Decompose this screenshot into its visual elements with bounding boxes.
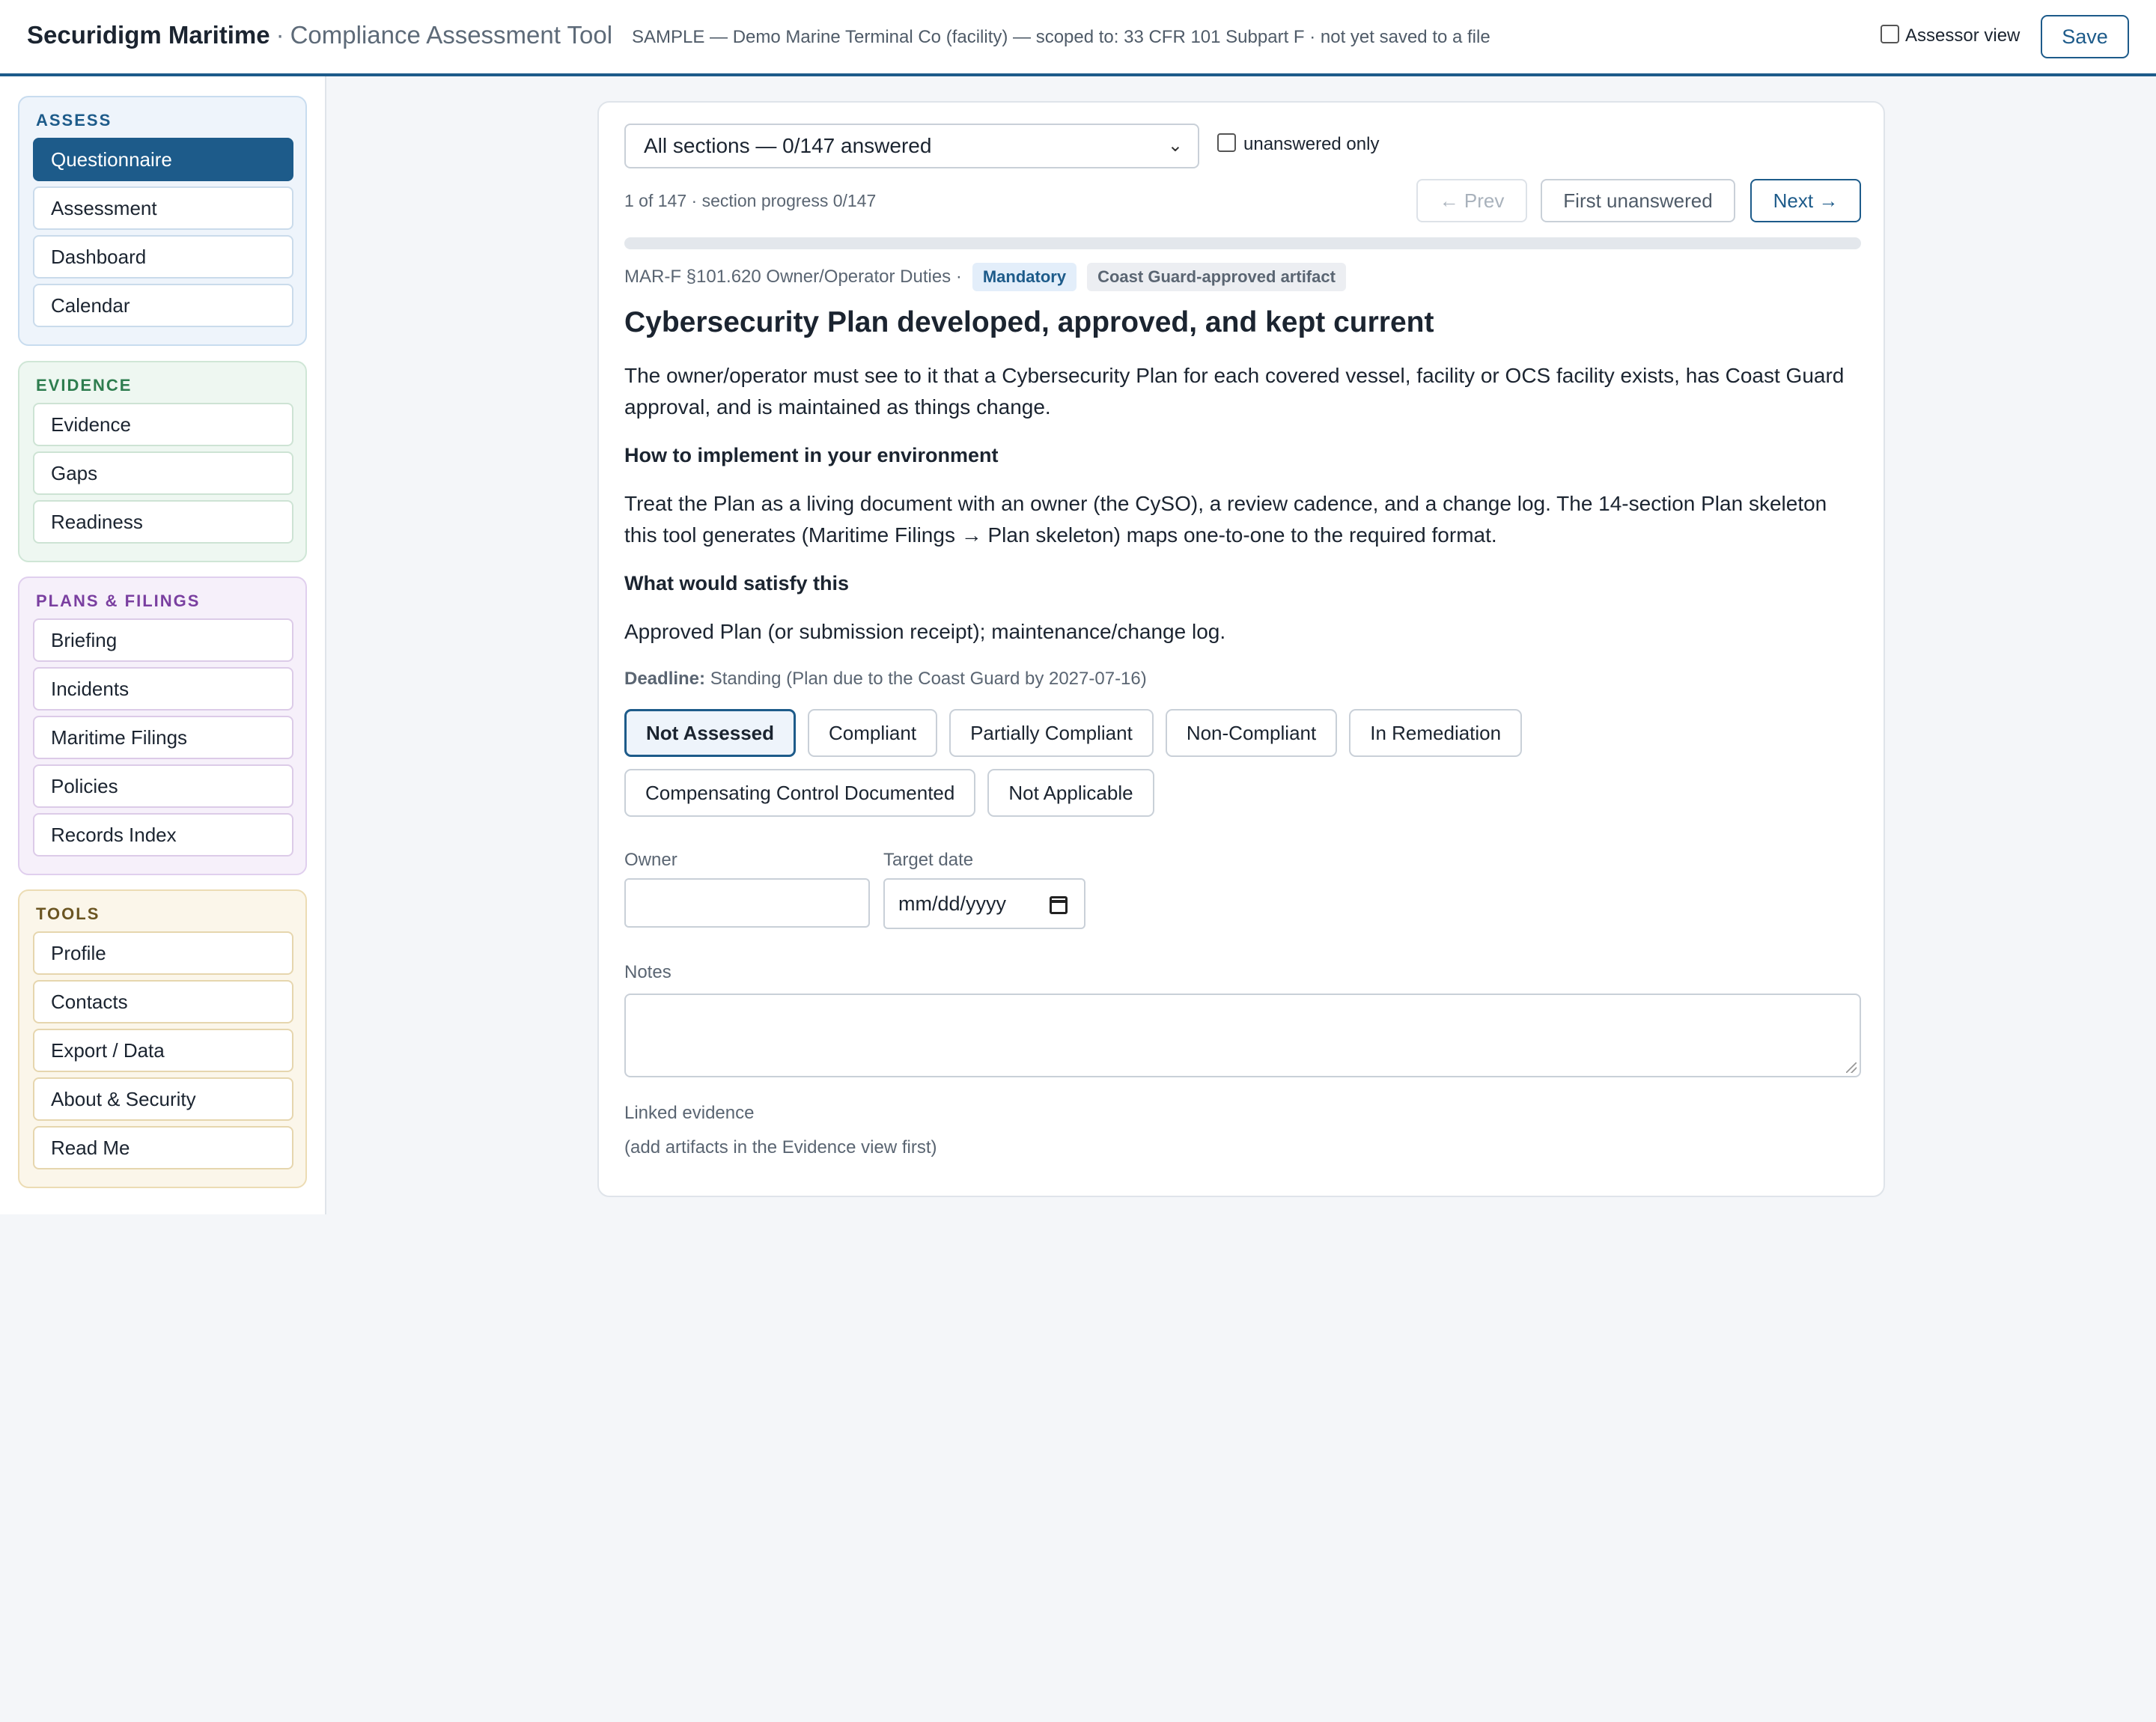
status-not-applicable-button[interactable]: Not Applicable bbox=[987, 769, 1154, 817]
assessor-view-checkbox[interactable] bbox=[1881, 24, 1899, 43]
deadline: Deadline: Standing (Plan due to the Coas… bbox=[624, 669, 1861, 690]
sidebar-item-read-me[interactable]: Read Me bbox=[33, 1126, 293, 1169]
status-compensating-control-button[interactable]: Compensating Control Documented bbox=[624, 769, 976, 817]
owner-date-fields: Owner Target date mm/dd/yyyy bbox=[624, 850, 1861, 962]
sidebar-item-briefing[interactable]: Briefing bbox=[33, 618, 293, 662]
app-subtitle: Compliance Assessment Tool bbox=[290, 21, 613, 49]
status-compliant-button[interactable]: Compliant bbox=[808, 709, 938, 757]
question-title: Cybersecurity Plan developed, approved, … bbox=[624, 306, 1434, 338]
status-in-remediation-button[interactable]: In Remediation bbox=[1349, 709, 1523, 757]
sidebar-item-gaps[interactable]: Gaps bbox=[33, 451, 293, 495]
assessor-view-label: Assessor view bbox=[1905, 25, 2021, 46]
mandatory-badge: Mandatory bbox=[972, 263, 1077, 291]
nav-group-plans-filings: PLANS & FILINGS Briefing Incidents Marit… bbox=[18, 576, 307, 875]
question-position: 1 of 147 · section progress 0/147 bbox=[624, 191, 877, 210]
navigation-row: 1 of 147 · section progress 0/147 ← Prev… bbox=[624, 179, 1861, 222]
what-would-satisfy-heading: What would satisfy this bbox=[624, 572, 850, 594]
nav-group-title: ASSESS bbox=[36, 111, 112, 130]
notes-label: Notes bbox=[624, 962, 672, 982]
sidebar-item-readiness[interactable]: Readiness bbox=[33, 500, 293, 544]
status-not-assessed-button[interactable]: Not Assessed bbox=[624, 709, 796, 757]
notes-textarea[interactable] bbox=[624, 994, 1861, 1077]
sidebar-item-profile[interactable]: Profile bbox=[33, 931, 293, 975]
questionnaire-content: All sections — 0/147 answered ⌄ unanswer… bbox=[624, 124, 1861, 1158]
artifact-badge: Coast Guard-approved artifact bbox=[1087, 263, 1346, 291]
nav-group-evidence: EVIDENCE Evidence Gaps Readiness bbox=[18, 361, 307, 562]
status-partially-compliant-button[interactable]: Partially Compliant bbox=[949, 709, 1154, 757]
target-date-input[interactable]: mm/dd/yyyy bbox=[883, 878, 1085, 929]
requirement-reference: MAR-F §101.620 Owner/Operator Duties · bbox=[624, 267, 962, 287]
requirement-meta: MAR-F §101.620 Owner/Operator Duties · M… bbox=[624, 263, 1861, 291]
brand-separator: · bbox=[275, 21, 284, 49]
sidebar-item-incidents[interactable]: Incidents bbox=[33, 667, 293, 711]
sidebar-item-records-index[interactable]: Records Index bbox=[33, 813, 293, 857]
deadline-text: Standing (Plan due to the Coast Guard by… bbox=[710, 669, 1147, 689]
section-progress-bar bbox=[624, 237, 1861, 249]
sidebar-item-maritime-filings[interactable]: Maritime Filings bbox=[33, 716, 293, 759]
sidebar-item-contacts[interactable]: Contacts bbox=[33, 980, 293, 1023]
assessor-view-toggle[interactable]: Assessor view bbox=[1881, 24, 2021, 46]
filter-row: All sections — 0/147 answered ⌄ unanswer… bbox=[624, 124, 1861, 168]
deadline-label: Deadline: bbox=[624, 669, 706, 689]
app-title: Securidigm Maritime · Compliance Assessmen… bbox=[27, 21, 612, 49]
section-select-value: All sections — 0/147 answered bbox=[644, 134, 932, 157]
sidebar-item-policies[interactable]: Policies bbox=[33, 764, 293, 808]
target-date-placeholder: mm/dd/yyyy bbox=[898, 892, 1007, 915]
how-to-implement-heading: How to implement in your environment bbox=[624, 444, 999, 466]
sidebar-item-about-security[interactable]: About & Security bbox=[33, 1077, 293, 1121]
assessment-meta: SAMPLE — Demo Marine Terminal Co (facili… bbox=[632, 27, 1490, 47]
sidebar-item-questionnaire[interactable]: Questionnaire bbox=[33, 138, 293, 181]
unanswered-only-checkbox[interactable] bbox=[1217, 133, 1236, 152]
sidebar: ASSESS Questionnaire Assessment Dashboar… bbox=[0, 76, 326, 1214]
chevron-down-icon: ⌄ bbox=[1167, 136, 1183, 156]
resize-grip-icon[interactable] bbox=[1846, 1062, 1857, 1073]
prev-button[interactable]: ← Prev bbox=[1416, 179, 1527, 222]
top-bar: Securidigm Maritime · Compliance Assessmen… bbox=[0, 0, 2156, 76]
sidebar-item-dashboard[interactable]: Dashboard bbox=[33, 235, 293, 279]
questionnaire-card: All sections — 0/147 answered ⌄ unanswer… bbox=[597, 101, 1885, 1197]
linked-evidence-hint: (add artifacts in the Evidence view firs… bbox=[624, 1137, 937, 1157]
status-options: Not Assessed Compliant Partially Complia… bbox=[624, 709, 1598, 817]
owner-input[interactable] bbox=[624, 878, 870, 928]
save-button[interactable]: Save bbox=[2041, 15, 2129, 58]
nav-group-title: EVIDENCE bbox=[36, 376, 133, 395]
brand-name: Securidigm Maritime bbox=[27, 21, 270, 49]
status-non-compliant-button[interactable]: Non-Compliant bbox=[1165, 709, 1338, 757]
sidebar-item-export-data[interactable]: Export / Data bbox=[33, 1029, 293, 1072]
what-would-satisfy-text: Approved Plan (or submission receipt); m… bbox=[624, 620, 1226, 643]
section-select[interactable]: All sections — 0/147 answered ⌄ bbox=[624, 124, 1199, 168]
sidebar-item-assessment[interactable]: Assessment bbox=[33, 186, 293, 230]
calendar-icon[interactable] bbox=[1050, 896, 1068, 914]
linked-evidence-label: Linked evidence bbox=[624, 1103, 755, 1123]
question-description: The owner/operator must see to it that a… bbox=[624, 364, 1845, 419]
next-button[interactable]: Next → bbox=[1750, 179, 1861, 222]
how-to-implement-text: Treat the Plan as a living document with… bbox=[624, 492, 1827, 547]
nav-group-tools: TOOLS Profile Contacts Export / Data Abo… bbox=[18, 889, 307, 1188]
first-unanswered-button[interactable]: First unanswered bbox=[1541, 179, 1735, 222]
unanswered-only-label: unanswered only bbox=[1243, 134, 1380, 154]
nav-group-title: PLANS & FILINGS bbox=[36, 591, 201, 610]
sidebar-item-evidence[interactable]: Evidence bbox=[33, 403, 293, 446]
owner-label: Owner bbox=[624, 850, 677, 870]
unanswered-only-toggle[interactable]: unanswered only bbox=[1217, 133, 1380, 155]
nav-group-assess: ASSESS Questionnaire Assessment Dashboar… bbox=[18, 96, 307, 346]
sidebar-item-calendar[interactable]: Calendar bbox=[33, 284, 293, 327]
target-date-label: Target date bbox=[883, 850, 974, 870]
nav-group-title: TOOLS bbox=[36, 904, 100, 923]
